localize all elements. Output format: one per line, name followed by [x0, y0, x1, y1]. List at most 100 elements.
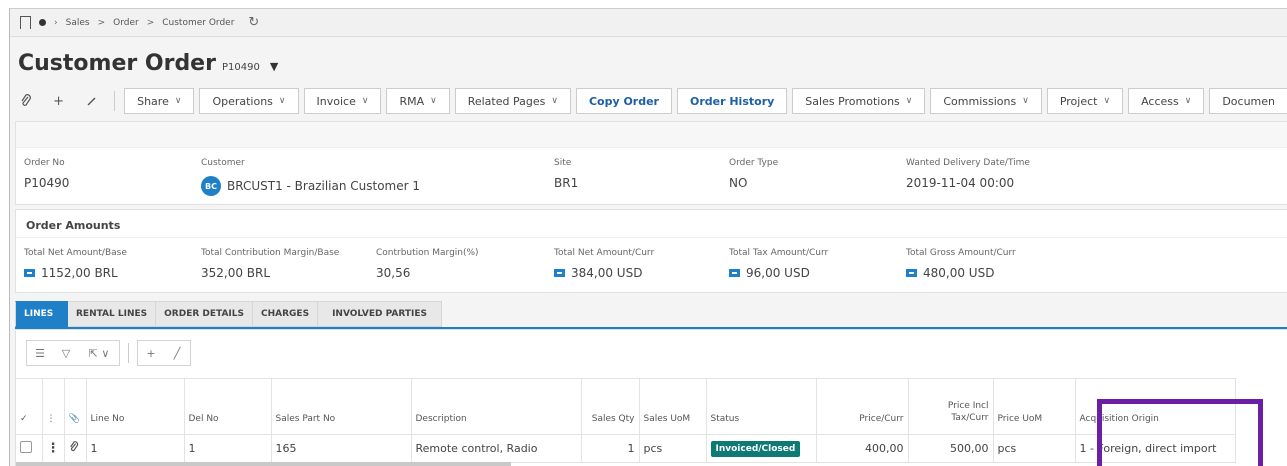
app-window: › Sales > Order > Customer Order ↻ Custo…: [9, 8, 1287, 466]
chevron-down-icon: ∨: [1184, 96, 1192, 106]
currency-icon: [554, 269, 565, 277]
grid-toolbar: ☰ ▽ ⇱ ∨ + ╱: [26, 340, 191, 366]
page-title: Customer Order P10490 ▼: [18, 51, 279, 76]
total-contribution-margin-base: Total Contribution Margin/Base 352,00 BR…: [201, 248, 340, 280]
attachment-icon[interactable]: [12, 88, 40, 114]
lines-grid: ☰ ▽ ⇱ ∨ + ╱ ✓ ⋮ 📎 Line No Del No Sales P…: [15, 329, 1287, 466]
cell-price-uom: pcs: [993, 434, 1076, 463]
order-number-subtitle: P10490: [221, 62, 260, 73]
tab-involved-parties[interactable]: INVOLVED PARTIES: [318, 301, 442, 327]
column-header-acquisition-origin[interactable]: Acquisition Origin: [1075, 378, 1236, 435]
share-button[interactable]: Share ∨: [124, 88, 195, 114]
chevron-down-icon: ∨: [1103, 96, 1111, 106]
tab-charges[interactable]: CHARGES: [253, 301, 319, 327]
breadcrumb: › Sales > Order > Customer Order ↻: [10, 9, 1287, 37]
column-header-sales-qty[interactable]: Sales Qty: [581, 378, 640, 435]
cell-description: Remote control, Radio: [411, 434, 582, 463]
cell-del-no: 1: [184, 434, 272, 463]
wanted-delivery-field: Wanted Delivery Date/Time 2019-11-04 00:…: [906, 158, 1030, 190]
column-header-description[interactable]: Description: [411, 378, 582, 435]
cell-line-no: 1: [86, 434, 185, 463]
title-dropdown-icon[interactable]: ▼: [270, 60, 278, 73]
add-icon[interactable]: +: [45, 88, 73, 114]
sales-promotions-button[interactable]: Sales Promotions ∨: [792, 88, 926, 114]
customer-field: Customer BC BRCUST1 - Brazilian Customer …: [201, 158, 420, 196]
breadcrumb-item-sales[interactable]: Sales: [66, 18, 90, 28]
add-row-icon[interactable]: +: [138, 347, 164, 360]
column-header-sales-uom[interactable]: Sales UoM: [639, 378, 707, 435]
chevron-down-icon: ∨: [174, 96, 182, 106]
column-header-price-incl-tax[interactable]: Price Incl Tax/Curr: [908, 378, 994, 435]
site-field: Site BR1: [554, 158, 579, 190]
column-header-status[interactable]: Status: [706, 378, 817, 435]
column-header-sales-part-no[interactable]: Sales Part No: [271, 378, 412, 435]
tab-order-details[interactable]: ORDER DETAILS: [156, 301, 253, 327]
command-toolbar: + Share ∨ Operations ∨ Invoice ∨ RMA ∨ Relat…: [10, 87, 1287, 115]
chevron-down-icon: ∨: [278, 96, 286, 106]
chevron-down-icon: ∨: [551, 96, 558, 106]
operations-button[interactable]: Operations ∨: [199, 88, 299, 114]
customer-link[interactable]: BRCUST1 - Brazilian Customer 1: [227, 179, 420, 193]
contribution-margin-percent: Contrbution Margin(%) 30,56: [376, 248, 479, 280]
filter-icon[interactable]: ▽: [53, 347, 79, 360]
window-frame-top: [0, 0, 1287, 8]
row-attachment-icon[interactable]: [64, 434, 87, 463]
column-header-line-no[interactable]: Line No: [86, 378, 185, 435]
lines-table: ✓ ⋮ 📎 Line No Del No Sales Part No Descr…: [16, 378, 1236, 463]
related-pages-button[interactable]: Related Pages ∨: [454, 88, 571, 114]
bookmark-icon[interactable]: [20, 16, 31, 29]
export-icon[interactable]: ⇱ ∨: [79, 347, 119, 360]
status-badge: Invoiced/Closed: [710, 440, 801, 457]
refresh-icon[interactable]: ↻: [248, 15, 259, 30]
documents-button[interactable]: Documen: [1209, 88, 1287, 114]
cell-sales-part-no: 165: [271, 434, 412, 463]
order-amounts-card: Order Amounts Total Net Amount/Base 1152…: [15, 209, 1287, 293]
table-header-row: ✓ ⋮ 📎 Line No Del No Sales Part No Descr…: [16, 378, 1236, 435]
total-net-amount-base: Total Net Amount/Base 1152,00 BRL: [24, 248, 127, 280]
attachment-header: 📎: [64, 378, 87, 435]
page-header: Customer Order P10490 ▼ + Share ∨ Operati…: [10, 37, 1287, 115]
order-header-card: Order No P10490 Customer BC BRCUST1 - Bra…: [15, 121, 1287, 205]
cell-price-incl-tax: 500,00: [908, 434, 994, 463]
tab-rental-lines[interactable]: RENTAL LINES: [68, 301, 157, 327]
chevron-down-icon: ∨: [1022, 96, 1029, 106]
order-history-button[interactable]: Order History: [676, 88, 788, 114]
select-all-header[interactable]: ✓: [16, 378, 43, 435]
access-button[interactable]: Access ∨: [1128, 88, 1205, 114]
invoice-button[interactable]: Invoice ∨: [303, 88, 382, 114]
commissions-button[interactable]: Commissions ∨: [930, 88, 1042, 114]
edit-row-icon[interactable]: ╱: [164, 347, 190, 360]
cell-sales-qty: 1: [581, 434, 640, 463]
project-button[interactable]: Project ∨: [1046, 88, 1124, 114]
table-row[interactable]: ⋮ 1 1 165 Remote control, Radio 1 pcs In…: [16, 434, 1236, 463]
edit-icon[interactable]: [77, 88, 105, 114]
cell-acquisition-origin: 1 - Foreign, direct import: [1075, 434, 1236, 463]
breadcrumb-item-order[interactable]: Order: [113, 18, 139, 28]
order-type-field: Order Type NO: [729, 158, 779, 190]
window-frame-left: [0, 0, 9, 466]
chevron-down-icon: ∨: [430, 96, 437, 106]
currency-icon: [729, 269, 740, 277]
column-header-del-no[interactable]: Del No: [184, 378, 272, 435]
cell-price-curr: 400,00: [816, 434, 909, 463]
column-header-price-curr[interactable]: Price/Curr: [816, 378, 909, 435]
home-dot-icon[interactable]: [39, 19, 46, 26]
chevron-down-icon: ∨: [361, 96, 369, 106]
chevron-down-icon: ∨: [905, 96, 913, 106]
column-header-price-uom[interactable]: Price UoM: [993, 378, 1076, 435]
rma-button[interactable]: RMA ∨: [386, 88, 450, 114]
total-tax-amount-curr: Total Tax Amount/Curr 96,00 USD: [729, 248, 829, 280]
horizontal-scrollbar[interactable]: [16, 462, 511, 466]
currency-icon: [906, 269, 917, 277]
breadcrumb-item-customer-order[interactable]: Customer Order: [162, 18, 234, 28]
copy-order-button[interactable]: Copy Order: [575, 88, 672, 114]
customer-avatar: BC: [201, 176, 221, 196]
order-no-field: Order No P10490: [24, 158, 70, 190]
total-gross-amount-curr: Total Gross Amount/Curr 480,00 USD: [906, 248, 1016, 280]
row-menu-icon[interactable]: ⋮: [42, 434, 65, 463]
row-checkbox[interactable]: [20, 441, 32, 453]
tab-lines[interactable]: LINES: [15, 301, 68, 327]
list-view-icon[interactable]: ☰: [27, 347, 53, 360]
currency-icon: [24, 269, 35, 277]
row-menu-header: ⋮: [42, 378, 65, 435]
